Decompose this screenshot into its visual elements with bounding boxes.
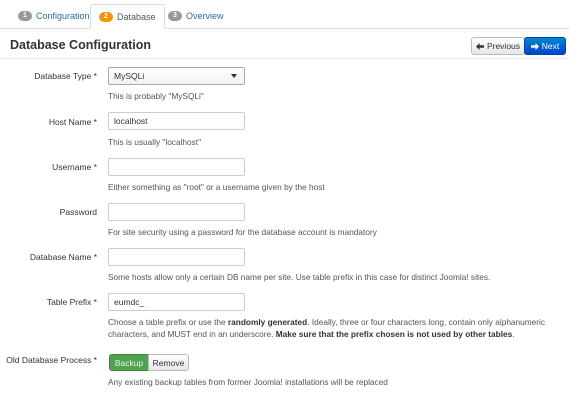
table-prefix-input[interactable]: eumdc_ <box>108 293 245 311</box>
password-help: For site security using a password for t… <box>108 227 377 237</box>
database-type-label: Database Type * <box>34 71 97 81</box>
database-type-select[interactable]: MySQLi <box>108 67 245 85</box>
tab-label: Overview <box>186 10 224 21</box>
table-prefix-value: eumdc_ <box>114 297 145 307</box>
step-tabs: 1 Configuration 2 Database 3 Overview <box>0 0 569 29</box>
host-name-help: This is usually "localhost" <box>108 137 202 147</box>
tab-label: Database <box>117 11 156 22</box>
previous-label: Previous <box>486 41 521 51</box>
host-name-input[interactable]: localhost <box>108 112 245 130</box>
step-number-badge: 1 <box>18 10 32 21</box>
step-number-badge: 3 <box>168 10 182 21</box>
tab-overview[interactable]: 3 Overview <box>160 4 232 27</box>
next-label: Next <box>541 41 560 51</box>
database-name-help: Some hosts allow only a certain DB name … <box>108 272 491 282</box>
arrow-right-icon <box>530 42 539 50</box>
remove-option-button[interactable]: Remove <box>148 354 189 371</box>
chevron-down-icon <box>231 74 237 78</box>
table-prefix-help-text: Choose a table prefix or use the <box>108 317 228 327</box>
database-name-label: Database Name * <box>29 252 97 262</box>
tab-label: Configuration <box>36 10 90 21</box>
step-number-badge: 2 <box>99 11 113 22</box>
username-input[interactable] <box>108 158 245 176</box>
table-prefix-help-emphasis: randomly generated <box>227 317 308 327</box>
host-name-label: Host Name * <box>48 117 97 127</box>
backup-option-button[interactable]: Backup <box>109 354 149 371</box>
database-type-help: This is probably "MySQLi" <box>108 91 204 101</box>
divider <box>0 58 569 59</box>
tab-configuration[interactable]: 1 Configuration <box>10 4 98 27</box>
table-prefix-help-warning: Make sure that the prefix chosen is not … <box>275 328 513 339</box>
page-title: Database Configuration <box>10 38 151 52</box>
database-type-value: MySQLi <box>114 71 145 81</box>
tab-database[interactable]: 2 Database <box>90 4 165 29</box>
old-db-process-label: Old Database Process * <box>6 355 97 365</box>
password-input[interactable] <box>108 203 245 221</box>
table-prefix-label: Table Prefix * <box>46 297 97 307</box>
arrow-left-icon <box>475 42 484 50</box>
table-prefix-help-text: . <box>512 328 515 339</box>
table-prefix-help: Choose a table prefix or use the randoml… <box>108 317 563 340</box>
next-button[interactable]: Next <box>524 37 566 55</box>
username-help: Either something as "root" or a username… <box>108 182 325 192</box>
host-name-value: localhost <box>114 116 148 126</box>
old-db-process-help: Any existing backup tables from former J… <box>108 377 388 387</box>
database-name-input[interactable] <box>108 248 245 266</box>
password-label: Password <box>59 207 97 217</box>
username-label: Username * <box>52 162 97 172</box>
previous-button[interactable]: Previous <box>471 37 525 55</box>
